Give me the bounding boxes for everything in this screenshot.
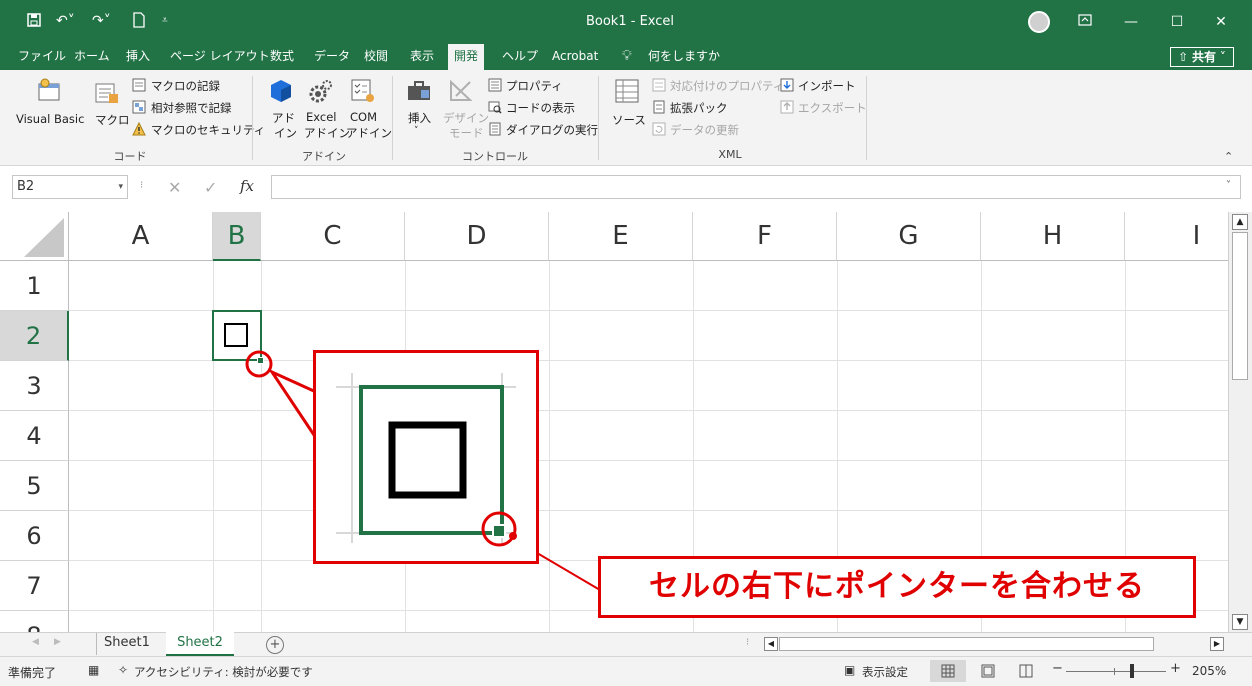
- display-settings-icon[interactable]: ▣: [844, 663, 855, 677]
- ready-status: 準備完了: [8, 666, 57, 680]
- zoom-in-button[interactable]: +: [1170, 661, 1181, 676]
- status-bar: 準備完了 ▦ ✧ アクセシビリティ: 検討が必要です ▣ 表示設定 − + 20…: [0, 656, 1252, 686]
- zoom-slider-track[interactable]: [1066, 671, 1166, 672]
- sheet-tab-sheet1[interactable]: Sheet1: [104, 635, 150, 650]
- page-layout-view-button[interactable]: [976, 660, 1000, 682]
- tab-separator: [96, 633, 97, 655]
- scroll-left-button[interactable]: ◀: [764, 637, 778, 651]
- scroll-down-button[interactable]: ▼: [1232, 614, 1248, 630]
- vertical-scroll-thumb[interactable]: [1232, 232, 1248, 380]
- accessibility-icon[interactable]: ✧: [118, 663, 128, 677]
- vertical-scrollbar[interactable]: ▲ ▼: [1228, 212, 1252, 632]
- add-sheet-button[interactable]: +: [266, 636, 284, 654]
- display-settings-button[interactable]: 表示設定: [862, 664, 908, 680]
- horizontal-scroll-thumb[interactable]: [779, 637, 1154, 651]
- zoom-out-button[interactable]: −: [1052, 661, 1063, 676]
- scroll-right-button[interactable]: ▶: [1210, 637, 1224, 651]
- zoom-callout-pointer: [267, 368, 318, 443]
- next-sheet-icon[interactable]: ▶: [54, 637, 61, 647]
- zoom-slider-midpoint: [1114, 668, 1115, 675]
- zoomed-cell-illustration: [336, 373, 517, 547]
- zoom-inset: [313, 350, 539, 564]
- macro-recording-icon[interactable]: ▦: [88, 663, 99, 677]
- scroll-split-grip-icon[interactable]: ⁝: [746, 637, 749, 648]
- instruction-callout: セルの右下にポインターを合わせる: [598, 556, 1196, 618]
- previous-sheet-icon[interactable]: ◀: [32, 637, 39, 647]
- scroll-up-button[interactable]: ▲: [1232, 214, 1248, 230]
- zoom-level[interactable]: 205%: [1192, 664, 1226, 678]
- sheet-tab-sheet2[interactable]: Sheet2: [166, 632, 234, 656]
- accessibility-status[interactable]: アクセシビリティ: 検討が必要です: [134, 664, 313, 680]
- fill-handle-highlight-circle: [245, 350, 273, 378]
- zoom-slider-thumb[interactable]: [1130, 664, 1134, 678]
- page-break-preview-button[interactable]: [1014, 660, 1038, 682]
- sheet-tab-bar: ◀ ▶ Sheet1 Sheet2 + ⁝ ◀ ▶: [0, 632, 1252, 656]
- normal-view-button[interactable]: [930, 660, 966, 682]
